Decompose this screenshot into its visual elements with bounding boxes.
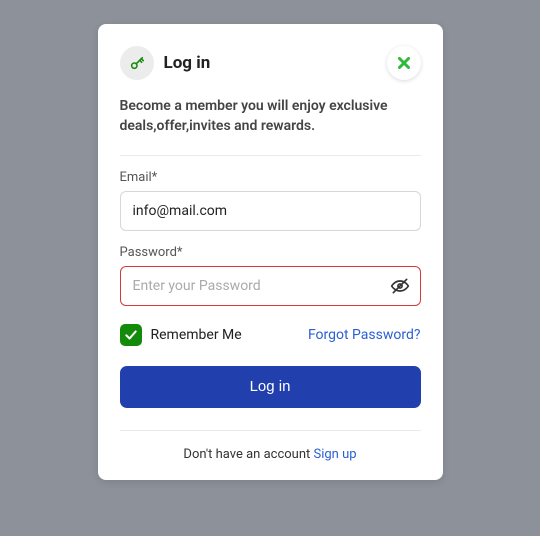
eye-off-icon [390,276,410,296]
footer-prefix: Don't have an account [183,447,313,462]
login-button[interactable]: Log in [120,366,421,408]
email-label: Email* [120,170,421,185]
page-title: Log in [164,53,211,73]
check-icon [124,328,138,342]
header-row: Log in [120,46,421,80]
email-group: Email* [120,170,421,231]
remember-checkbox[interactable] [120,324,142,346]
remember-label: Remember Me [151,327,242,343]
header-left: Log in [120,46,211,80]
divider [120,155,421,156]
password-group: Password* [120,245,421,306]
password-label: Password* [120,245,421,260]
password-field[interactable] [120,266,421,306]
toggle-password-button[interactable] [389,275,411,297]
close-icon [398,57,410,69]
login-card: Log in Become a member you will enjoy ex… [98,24,443,480]
subtitle: Become a member you will enjoy exclusive… [120,96,421,137]
email-field[interactable] [120,191,421,231]
key-icon [120,46,154,80]
forgot-password-link[interactable]: Forgot Password? [308,327,421,343]
footer: Don't have an account Sign up [120,430,421,462]
remember-me[interactable]: Remember Me [120,324,242,346]
email-input-wrap [120,191,421,231]
signup-link[interactable]: Sign up [314,447,357,462]
close-button[interactable] [387,46,421,80]
password-input-wrap [120,266,421,306]
options-row: Remember Me Forgot Password? [120,324,421,346]
